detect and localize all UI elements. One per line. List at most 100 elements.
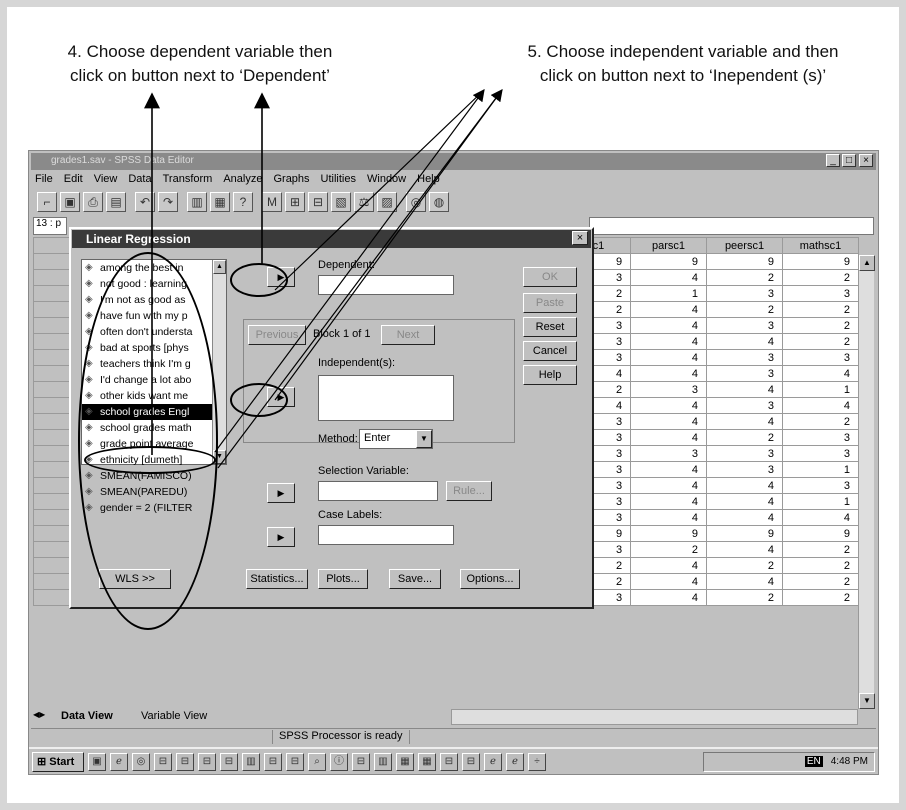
- previous-button[interactable]: Previous: [248, 325, 306, 345]
- table-cell[interactable]: 3: [781, 285, 860, 302]
- taskbar-app-icon[interactable]: ▣: [88, 752, 106, 771]
- table-cell[interactable]: 4: [630, 573, 708, 590]
- tab-data-view[interactable]: Data View: [61, 710, 113, 722]
- table-cell[interactable]: 2: [781, 557, 860, 574]
- help-button[interactable]: Help: [523, 365, 577, 385]
- table-cell[interactable]: 2: [781, 589, 860, 606]
- case-labels-field[interactable]: [318, 525, 454, 545]
- split-file-icon[interactable]: ▧: [331, 192, 351, 212]
- table-cell[interactable]: 2: [706, 589, 783, 606]
- table-cell[interactable]: 4: [706, 541, 783, 558]
- independents-field[interactable]: [318, 375, 454, 421]
- scroll-up-icon[interactable]: ▲: [859, 255, 875, 271]
- cancel-button[interactable]: Cancel: [523, 341, 577, 361]
- table-cell[interactable]: 3: [706, 365, 783, 382]
- table-cell[interactable]: 3: [706, 461, 783, 478]
- column-header-4[interactable]: mathsc1: [781, 237, 860, 254]
- redo-icon[interactable]: ↷: [158, 192, 178, 212]
- save-icon[interactable]: ▣: [60, 192, 80, 212]
- table-cell[interactable]: 4: [630, 397, 708, 414]
- cell-value-editor[interactable]: [589, 217, 874, 235]
- table-cell[interactable]: 2: [706, 557, 783, 574]
- taskbar-app-icon[interactable]: ⊟: [352, 752, 370, 771]
- minimize-button[interactable]: _: [826, 154, 840, 167]
- scroll-down-icon[interactable]: ▼: [859, 693, 875, 709]
- language-indicator[interactable]: EN: [804, 756, 823, 767]
- table-cell[interactable]: 9: [706, 525, 783, 542]
- close-button[interactable]: ×: [859, 154, 873, 167]
- menu-file[interactable]: File: [35, 173, 53, 185]
- table-cell[interactable]: 4: [630, 301, 708, 318]
- dialog-close-button[interactable]: ×: [572, 231, 588, 245]
- table-cell[interactable]: 4: [630, 413, 708, 430]
- scroll-up-icon[interactable]: ▲: [213, 260, 226, 274]
- table-cell[interactable]: 2: [706, 269, 783, 286]
- taskbar-app-icon[interactable]: ℯ: [506, 752, 524, 771]
- menu-analyze[interactable]: Analyze: [223, 173, 262, 185]
- table-cell[interactable]: 1: [781, 461, 860, 478]
- table-cell[interactable]: 3: [706, 397, 783, 414]
- table-cell[interactable]: 3: [630, 381, 708, 398]
- taskbar-app-icon[interactable]: ÷: [528, 752, 546, 771]
- menu-utilities[interactable]: Utilities: [321, 173, 356, 185]
- table-cell[interactable]: 3: [781, 445, 860, 462]
- table-cell[interactable]: 3: [706, 349, 783, 366]
- table-cell[interactable]: 4: [630, 429, 708, 446]
- taskbar-app-icon[interactable]: ▥: [242, 752, 260, 771]
- table-cell[interactable]: 4: [706, 413, 783, 430]
- taskbar-app-icon[interactable]: ▥: [374, 752, 392, 771]
- table-cell[interactable]: 3: [781, 349, 860, 366]
- table-cell[interactable]: 4: [630, 269, 708, 286]
- taskbar-app-icon[interactable]: ℯ: [110, 752, 128, 771]
- goto-case-icon[interactable]: ▦: [210, 192, 230, 212]
- table-cell[interactable]: 4: [706, 493, 783, 510]
- paste-button[interactable]: Paste: [523, 293, 577, 313]
- table-cell[interactable]: 1: [630, 285, 708, 302]
- table-cell[interactable]: 3: [781, 429, 860, 446]
- variables-icon[interactable]: ?: [233, 192, 253, 212]
- table-cell[interactable]: 4: [781, 397, 860, 414]
- table-cell[interactable]: 9: [706, 253, 783, 270]
- table-cell[interactable]: 2: [781, 333, 860, 350]
- table-cell[interactable]: 3: [630, 445, 708, 462]
- taskbar-app-icon[interactable]: ▦: [418, 752, 436, 771]
- table-cell[interactable]: 4: [781, 509, 860, 526]
- table-cell[interactable]: 9: [630, 253, 708, 270]
- table-cell[interactable]: 2: [781, 573, 860, 590]
- table-cell[interactable]: 4: [630, 317, 708, 334]
- taskbar-app-icon[interactable]: ⓘ: [330, 752, 348, 771]
- table-cell[interactable]: 9: [630, 525, 708, 542]
- table-cell[interactable]: 1: [781, 381, 860, 398]
- taskbar-app-icon[interactable]: ⊟: [440, 752, 458, 771]
- taskbar-app-icon[interactable]: ⊟: [264, 752, 282, 771]
- menu-edit[interactable]: Edit: [64, 173, 83, 185]
- select-cases-icon[interactable]: ▨: [377, 192, 397, 212]
- menu-window[interactable]: Window: [367, 173, 406, 185]
- table-cell[interactable]: 4: [706, 381, 783, 398]
- tab-nav-icon[interactable]: ◀▶: [33, 710, 45, 719]
- plots-button[interactable]: Plots...: [318, 569, 368, 589]
- table-cell[interactable]: 3: [706, 285, 783, 302]
- table-cell[interactable]: 2: [781, 269, 860, 286]
- table-cell[interactable]: 4: [781, 365, 860, 382]
- dependent-field[interactable]: [318, 275, 454, 295]
- taskbar-app-icon[interactable]: ⊟: [198, 752, 216, 771]
- table-cell[interactable]: 4: [630, 333, 708, 350]
- open-icon[interactable]: ⌐: [37, 192, 57, 212]
- table-cell[interactable]: 4: [630, 477, 708, 494]
- rule-button[interactable]: Rule...: [446, 481, 492, 501]
- statistics-button[interactable]: Statistics...: [246, 569, 308, 589]
- taskbar-app-icon[interactable]: ⊟: [176, 752, 194, 771]
- table-cell[interactable]: 4: [706, 573, 783, 590]
- table-cell[interactable]: 4: [630, 557, 708, 574]
- table-cell[interactable]: 4: [706, 333, 783, 350]
- taskbar-app-icon[interactable]: ⊟: [154, 752, 172, 771]
- table-cell[interactable]: 4: [630, 349, 708, 366]
- table-cell[interactable]: 4: [706, 477, 783, 494]
- insert-case-icon[interactable]: ⊞: [285, 192, 305, 212]
- method-select[interactable]: Enter ▼: [359, 429, 433, 449]
- horizontal-scrollbar[interactable]: [451, 709, 858, 725]
- table-cell[interactable]: 3: [706, 317, 783, 334]
- table-cell[interactable]: 2: [781, 317, 860, 334]
- tab-variable-view[interactable]: Variable View: [141, 710, 207, 722]
